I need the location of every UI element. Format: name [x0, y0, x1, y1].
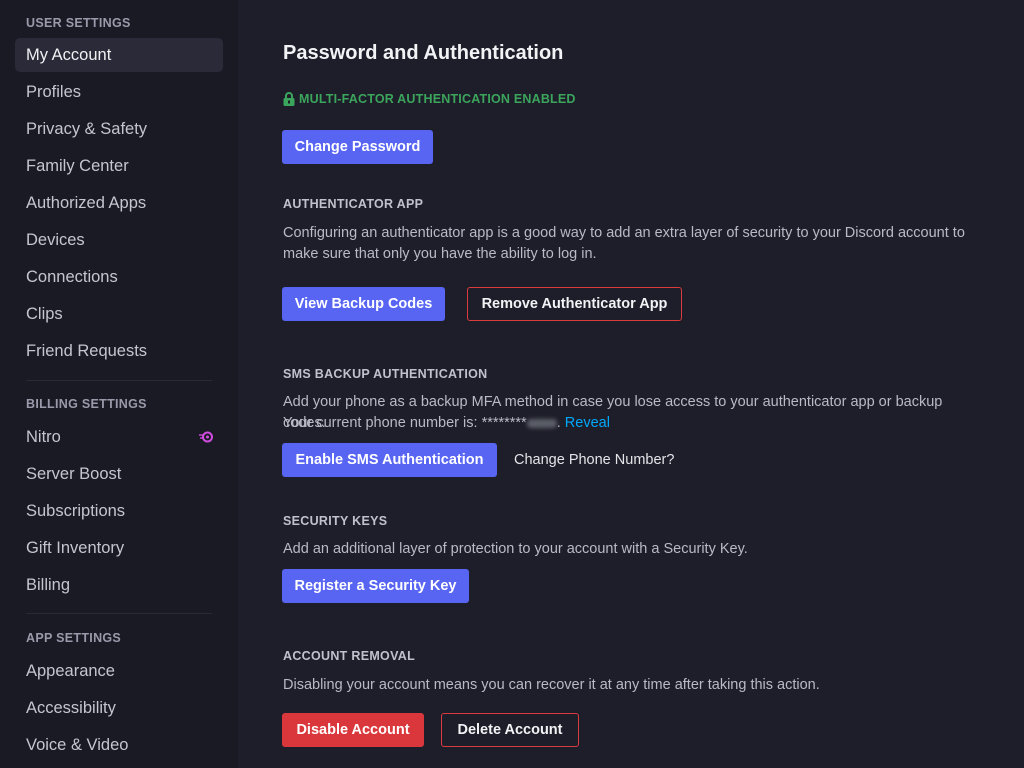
sidebar-item-devices[interactable]: Devices — [15, 223, 223, 257]
view-backup-codes-button[interactable]: View Backup Codes — [282, 287, 445, 321]
authenticator-app-header: AUTHENTICATOR APP — [283, 197, 424, 211]
sidebar-item-authorized-apps[interactable]: Authorized Apps — [15, 186, 223, 220]
account-removal-header: ACCOUNT REMOVAL — [283, 649, 416, 663]
sidebar-item-appearance[interactable]: Appearance — [15, 654, 223, 688]
sidebar-item-server-boost[interactable]: Server Boost — [15, 457, 223, 491]
register-security-key-button[interactable]: Register a Security Key — [282, 569, 469, 603]
sidebar-item-voice-video[interactable]: Voice & Video — [15, 728, 223, 762]
sidebar-item-billing[interactable]: Billing — [15, 568, 223, 602]
sidebar-item-label: Nitro — [26, 428, 61, 446]
app-settings-header: APP SETTINGS — [26, 631, 122, 645]
billing-settings-header: BILLING SETTINGS — [26, 397, 147, 411]
sidebar-divider — [26, 380, 212, 381]
sidebar-item-my-account[interactable]: My Account — [15, 38, 223, 72]
security-keys-header: SECURITY KEYS — [283, 514, 388, 528]
sidebar-item-clips[interactable]: Clips — [15, 297, 223, 331]
phone-number-label: Your current phone number is: — [283, 415, 482, 431]
sidebar-item-subscriptions[interactable]: Subscriptions — [15, 494, 223, 528]
sidebar-item-nitro[interactable]: Nitro — [15, 420, 223, 454]
phone-number-line: Your current phone number is: ********. … — [283, 415, 610, 431]
phone-number-redacted — [526, 418, 557, 428]
enable-sms-authentication-button[interactable]: Enable SMS Authentication — [282, 443, 497, 477]
mfa-status: MULTI-FACTOR AUTHENTICATION ENABLED — [283, 92, 576, 106]
sidebar-item-privacy-safety[interactable]: Privacy & Safety — [15, 112, 223, 146]
lock-icon — [283, 92, 295, 106]
nitro-icon — [199, 431, 213, 443]
sidebar-item-gift-inventory[interactable]: Gift Inventory — [15, 531, 223, 565]
security-keys-description: Add an additional layer of protection to… — [283, 541, 748, 557]
user-settings-header: USER SETTINGS — [26, 16, 131, 30]
settings-sidebar: USER SETTINGS My Account Profiles Privac… — [0, 0, 238, 768]
sidebar-item-family-center[interactable]: Family Center — [15, 149, 223, 183]
sms-backup-header: SMS BACKUP AUTHENTICATION — [283, 367, 488, 381]
sidebar-item-connections[interactable]: Connections — [15, 260, 223, 294]
sidebar-item-accessibility[interactable]: Accessibility — [15, 691, 223, 725]
authenticator-app-description: Configuring an authenticator app is a go… — [283, 225, 965, 262]
change-phone-number-button[interactable]: Change Phone Number? — [514, 443, 694, 477]
sidebar-item-profiles[interactable]: Profiles — [15, 75, 223, 109]
account-removal-description: Disabling your account means you can rec… — [283, 677, 820, 693]
mfa-status-text: MULTI-FACTOR AUTHENTICATION ENABLED — [299, 92, 576, 106]
delete-account-button[interactable]: Delete Account — [441, 713, 579, 747]
reveal-phone-link[interactable]: Reveal — [565, 415, 610, 431]
phone-number-masked: ******** — [481, 415, 527, 431]
change-password-button[interactable]: Change Password — [282, 130, 433, 164]
page-title: Password and Authentication — [283, 42, 564, 64]
sidebar-item-friend-requests[interactable]: Friend Requests — [15, 334, 223, 368]
settings-content: Password and Authentication MULTI-FACTOR… — [238, 0, 1024, 768]
sidebar-divider — [26, 613, 212, 614]
disable-account-button[interactable]: Disable Account — [282, 713, 424, 747]
remove-authenticator-app-button[interactable]: Remove Authenticator App — [467, 287, 682, 321]
